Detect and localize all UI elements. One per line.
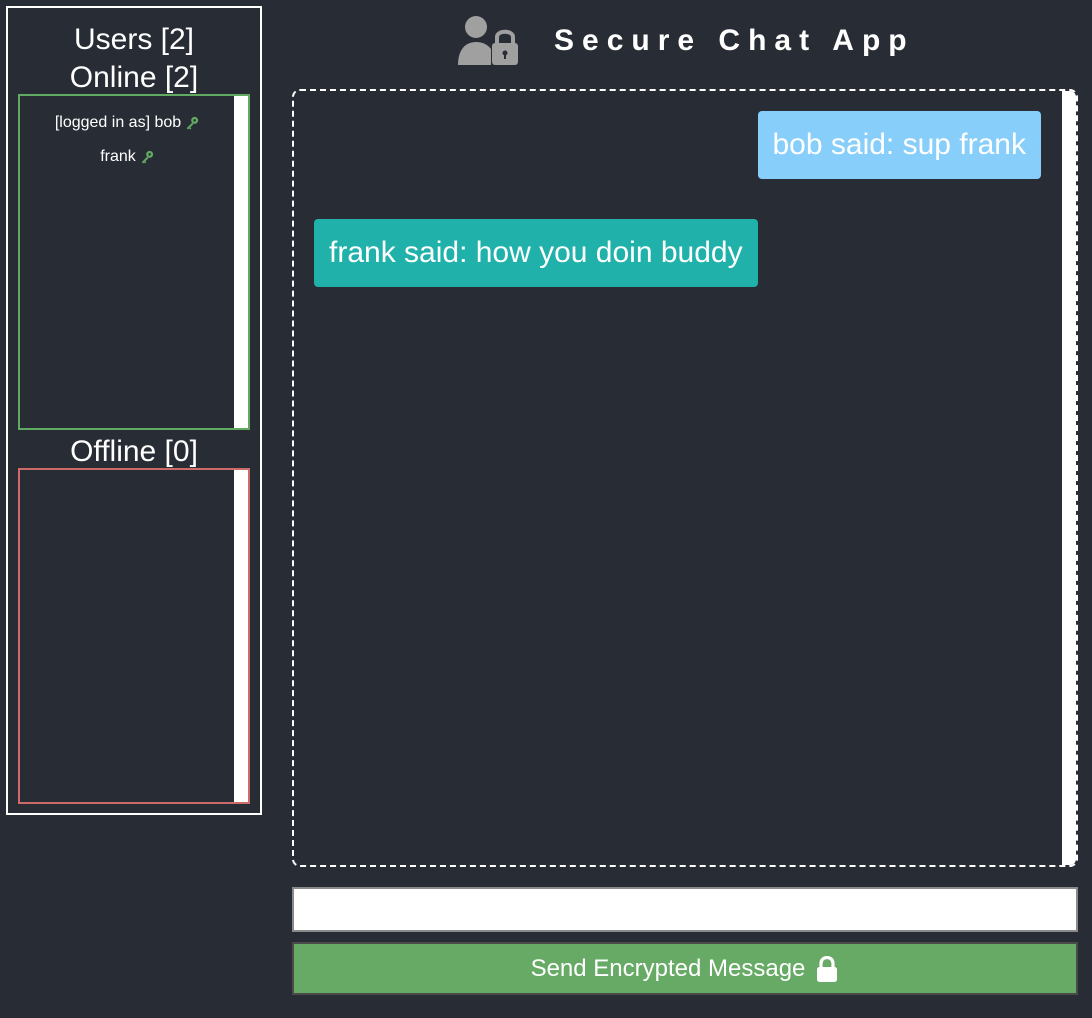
user-lock-icon bbox=[458, 16, 518, 65]
lock-icon bbox=[817, 955, 838, 982]
chat-message-received: frank said: how you doin buddy bbox=[314, 219, 758, 287]
offline-heading: Offline [0] bbox=[70, 435, 198, 468]
online-list-scrollbar[interactable] bbox=[234, 96, 248, 428]
key-icon bbox=[186, 116, 199, 130]
offline-list-scrollbar[interactable] bbox=[234, 470, 248, 802]
app-header: Secure Chat App bbox=[456, 14, 915, 68]
chat-scrollbar[interactable] bbox=[1062, 91, 1076, 865]
app-root: Users [2] Online [2] [logged in as] bob … bbox=[0, 0, 1092, 1018]
user-item-label: frank bbox=[100, 148, 136, 165]
users-heading: Users [2] bbox=[73, 23, 195, 56]
online-users-list[interactable]: [logged in as] bob frank bbox=[18, 94, 250, 430]
offline-users-list[interactable] bbox=[18, 468, 250, 804]
online-heading: Online [2] bbox=[69, 61, 199, 94]
send-encrypted-message-button[interactable]: Send Encrypted Message bbox=[292, 942, 1078, 995]
chat-messages-panel[interactable]: bob said: sup frank frank said: how you … bbox=[292, 89, 1078, 867]
user-item-bob[interactable]: [logged in as] bob bbox=[20, 110, 234, 144]
message-input[interactable] bbox=[292, 887, 1078, 932]
users-sidebar: Users [2] Online [2] [logged in as] bob … bbox=[6, 6, 262, 815]
chat-message-sent: bob said: sup frank bbox=[757, 111, 1041, 179]
app-title: Secure Chat App bbox=[554, 24, 915, 57]
send-button-label: Send Encrypted Message bbox=[530, 954, 806, 982]
user-item-label: [logged in as] bob bbox=[54, 114, 182, 131]
key-icon bbox=[141, 150, 153, 164]
user-item-frank[interactable]: frank bbox=[20, 144, 234, 178]
